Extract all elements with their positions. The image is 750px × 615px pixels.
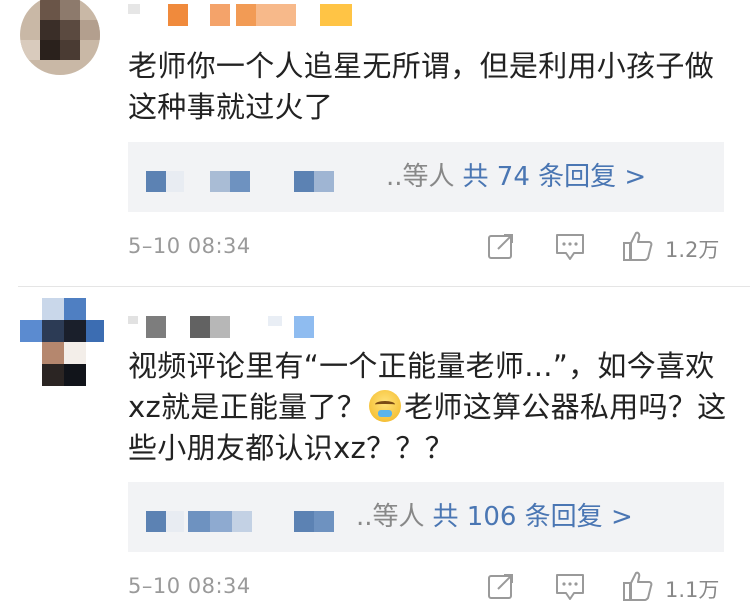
- username-blurred[interactable]: [128, 4, 368, 26]
- like-count: 1.1万: [665, 578, 720, 602]
- comment-text: 老师你一个人追星无所谓，但是利用小孩子做这种事就过火了: [128, 49, 715, 124]
- avatar[interactable]: [20, 298, 104, 388]
- like-count: 1.2万: [665, 238, 720, 262]
- reply-users-suffix: ..等人: [356, 502, 425, 532]
- comment-icon[interactable]: [555, 572, 585, 602]
- reply-users-suffix: ..等人: [386, 162, 455, 192]
- replies-preview[interactable]: ..等人共 74 条回复 >: [128, 142, 724, 212]
- repost-icon[interactable]: [487, 572, 517, 600]
- tired-face-emoji: [369, 390, 402, 422]
- comment-icon[interactable]: [555, 232, 585, 262]
- repost-icon[interactable]: [487, 232, 517, 260]
- timestamp: 5–10 08:34: [128, 234, 251, 258]
- comment-item: 视频评论里有“一个正能量老师...”，如今喜欢xz就是正能量了？ 老师这算公器私用…: [0, 286, 750, 615]
- replies-preview[interactable]: ..等人共 106 条回复 >: [128, 482, 724, 552]
- username-blurred[interactable]: [128, 316, 328, 338]
- like-icon[interactable]: [621, 570, 655, 602]
- like-icon[interactable]: [621, 230, 655, 262]
- comment-item: 老师你一个人追星无所谓，但是利用小孩子做这种事就过火了 ..等人共 74 条回复…: [0, 0, 750, 285]
- avatar[interactable]: [20, 0, 100, 75]
- comment-text: 视频评论里有“一个正能量老师...”，如今喜欢xz就是正能量了？ 老师这算公器私用…: [128, 349, 727, 465]
- reply-count-link[interactable]: 共 106 条回复 >: [433, 502, 633, 532]
- timestamp: 5–10 08:34: [128, 574, 251, 598]
- reply-count-link[interactable]: 共 74 条回复 >: [463, 162, 647, 192]
